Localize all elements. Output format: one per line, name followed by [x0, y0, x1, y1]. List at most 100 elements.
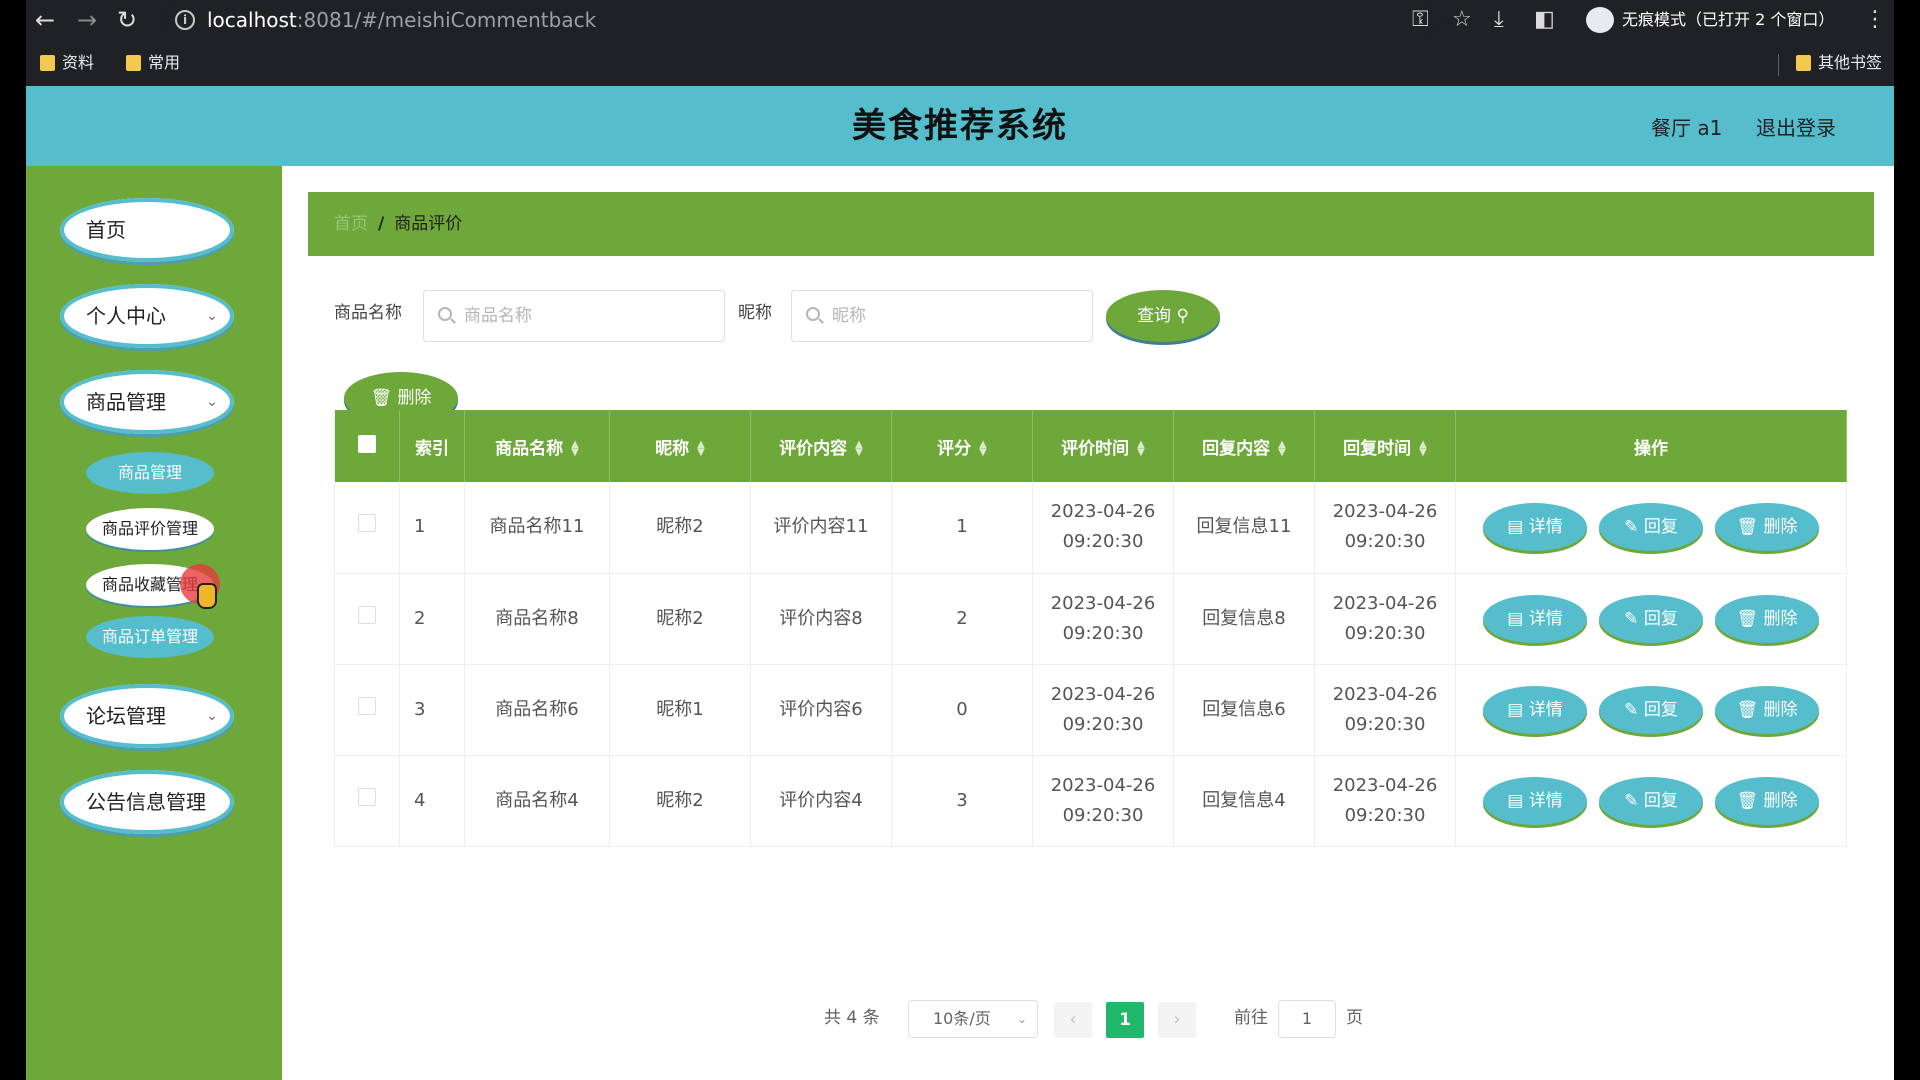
document-icon: ▤ — [1507, 608, 1524, 629]
delete-button[interactable]: 🗑 删除 — [1715, 685, 1819, 734]
trash-icon: 🗑 — [1736, 699, 1759, 720]
menu-kebab-icon[interactable]: ⋮ — [1864, 6, 1886, 34]
reply-button[interactable]: ✎ 回复 — [1599, 685, 1703, 734]
delete-label: 删除 — [1763, 608, 1798, 629]
next-page-button[interactable]: › — [1158, 1002, 1196, 1038]
sort-icon[interactable]: ▲ ▼ — [697, 439, 705, 457]
query-button[interactable]: 查询 ⚲ — [1106, 290, 1220, 342]
cell-reply-time: 2023-04-26 09:20:30 — [1314, 755, 1456, 847]
screen: ← → ↻ i localhost:8081/#/meishiCommentba… — [0, 0, 1920, 1080]
edit-icon: ✎ — [1624, 608, 1639, 629]
time-text: 09:20:30 — [1344, 713, 1426, 735]
browser-chrome: ← → ↻ i localhost:8081/#/meishiCommentba… — [26, 0, 1894, 86]
reply-button[interactable]: ✎ 回复 — [1599, 503, 1703, 552]
col-goods-name[interactable]: 商品名称 ▲ ▼ — [464, 410, 610, 482]
search-name-input[interactable]: 商品名称 — [423, 290, 725, 342]
forward-icon[interactable]: → — [72, 6, 102, 34]
current-user: 餐厅 a1 — [1651, 116, 1723, 140]
goto-page-input[interactable]: 1 — [1278, 1000, 1336, 1038]
bookmark-separator — [1778, 54, 1779, 76]
address-row: ← → ↻ i localhost:8081/#/meishiCommentba… — [26, 0, 1894, 40]
time-text: 09:20:30 — [1062, 531, 1144, 553]
search-nick-input[interactable]: 昵称 — [791, 290, 1093, 342]
reload-icon[interactable]: ↻ — [112, 6, 142, 34]
col-comment-time[interactable]: 评价时间 ▲ ▼ — [1032, 410, 1174, 482]
incognito-indicator[interactable]: 无痕模式（已打开 2 个窗口） — [1586, 5, 1834, 35]
sidebar-sub-orders[interactable]: 商品订单管理 — [86, 616, 214, 658]
col-content[interactable]: 评价内容 ▲ ▼ — [750, 410, 892, 482]
delete-button[interactable]: 🗑 删除 — [1715, 594, 1819, 643]
sort-icon[interactable]: ▲ ▼ — [979, 439, 987, 457]
page-size-select[interactable]: 10条/页 ⌄ — [908, 1000, 1038, 1038]
col-reply-time[interactable]: 回复时间 ▲ ▼ — [1314, 410, 1456, 482]
col-reply[interactable]: 回复内容 ▲ ▼ — [1173, 410, 1315, 482]
delete-button[interactable]: 🗑 删除 — [1715, 503, 1819, 552]
sidebar-item-profile[interactable]: 个人中心 ⌄ — [60, 284, 234, 348]
star-icon[interactable]: ☆ — [1452, 6, 1472, 34]
other-bookmarks[interactable]: 其他书签 — [1796, 52, 1882, 74]
column-header-label: 评价时间 — [1061, 438, 1130, 459]
page-number-current[interactable]: 1 — [1106, 1002, 1144, 1038]
checkbox[interactable] — [358, 434, 376, 453]
col-actions: 操作 — [1455, 410, 1847, 482]
row-checkbox[interactable] — [358, 696, 376, 715]
sort-icon[interactable]: ▲ ▼ — [855, 439, 863, 457]
sidebar-sub-goods[interactable]: 商品管理 — [86, 452, 214, 494]
bookmark-item[interactable]: 资料 — [40, 52, 94, 74]
breadcrumb-home[interactable]: 首页 — [334, 214, 368, 234]
sidebar-sub-comments[interactable]: 商品评价管理 — [86, 508, 214, 550]
sidebar-item-goods[interactable]: 商品管理 ⌄ — [60, 370, 234, 434]
pagination-total: 共 4 条 — [824, 1008, 880, 1028]
sort-icon[interactable]: ▲ ▼ — [1137, 439, 1145, 457]
sidebar-item-home[interactable]: 首页 — [60, 198, 234, 262]
detail-button[interactable]: ▤ 详情 — [1483, 503, 1587, 552]
column-header-label: 商品名称 — [495, 438, 564, 459]
sort-icon[interactable]: ▲ ▼ — [1419, 439, 1427, 457]
chevron-down-icon: ⌄ — [206, 708, 218, 724]
date-text: 2023-04-26 — [1050, 592, 1156, 614]
download-icon[interactable]: ⤓ — [1494, 6, 1504, 34]
key-icon[interactable]: ⚿ — [1412, 6, 1429, 34]
prev-page-button[interactable]: ‹ — [1054, 1002, 1092, 1038]
select-all-checkbox[interactable] — [334, 410, 400, 482]
col-nickname[interactable]: 昵称 ▲ ▼ — [609, 410, 751, 482]
reply-label: 回复 — [1643, 790, 1678, 811]
search-nick-label: 昵称 — [738, 303, 772, 323]
column-header-label: 索引 — [415, 438, 449, 459]
detail-label: 详情 — [1528, 699, 1563, 720]
back-icon[interactable]: ← — [30, 6, 60, 34]
sidebar-item-notice[interactable]: 公告信息管理 — [60, 770, 234, 834]
cell-content: 评价内容8 — [750, 573, 892, 665]
row-checkbox[interactable] — [358, 514, 376, 533]
sort-icon[interactable]: ▲ ▼ — [571, 439, 579, 457]
reply-button[interactable]: ✎ 回复 — [1599, 594, 1703, 643]
detail-button[interactable]: ▤ 详情 — [1483, 685, 1587, 734]
cell-reply: 回复信息6 — [1173, 664, 1315, 756]
reply-button[interactable]: ✎ 回复 — [1599, 776, 1703, 825]
detail-button[interactable]: ▤ 详情 — [1483, 594, 1587, 643]
delete-button[interactable]: 🗑 删除 — [1715, 776, 1819, 825]
col-score[interactable]: 评分 ▲ ▼ — [891, 410, 1033, 482]
app: 美食推荐系统 餐厅 a1 退出登录 首页 个人中心 ⌄ 商品管理 ⌄ 商品管理 商品… — [26, 86, 1894, 1080]
bookmark-item[interactable]: 常用 — [126, 52, 180, 74]
cell-goods-name: 商品名称4 — [464, 755, 610, 847]
sort-icon[interactable]: ▲ ▼ — [1278, 439, 1286, 457]
url-host: localhost — [207, 8, 297, 32]
address-bar[interactable]: i localhost:8081/#/meishiCommentback — [161, 3, 1441, 37]
row-checkbox[interactable] — [358, 605, 376, 624]
cell-reply-time: 2023-04-26 09:20:30 — [1314, 573, 1456, 665]
cell-actions: ▤ 详情 ✎ 回复 🗑 删除 — [1455, 573, 1847, 665]
logout-link[interactable]: 退出登录 — [1756, 112, 1836, 141]
detail-button[interactable]: ▤ 详情 — [1483, 776, 1587, 825]
sidebar-item-forum[interactable]: 论坛管理 ⌄ — [60, 684, 234, 748]
row-checkbox[interactable] — [358, 787, 376, 806]
document-icon: ▤ — [1507, 790, 1524, 811]
sidepanel-icon[interactable]: ◧ — [1534, 6, 1555, 34]
column-header-label: 回复时间 — [1343, 438, 1412, 459]
trash-icon: 🗑 — [1736, 790, 1759, 811]
time-text: 09:20:30 — [1062, 713, 1144, 735]
cell-goods-name: 商品名称11 — [464, 482, 610, 574]
detail-label: 详情 — [1528, 790, 1563, 811]
cell-reply: 回复信息11 — [1173, 482, 1315, 574]
site-info-icon[interactable]: i — [175, 10, 195, 30]
